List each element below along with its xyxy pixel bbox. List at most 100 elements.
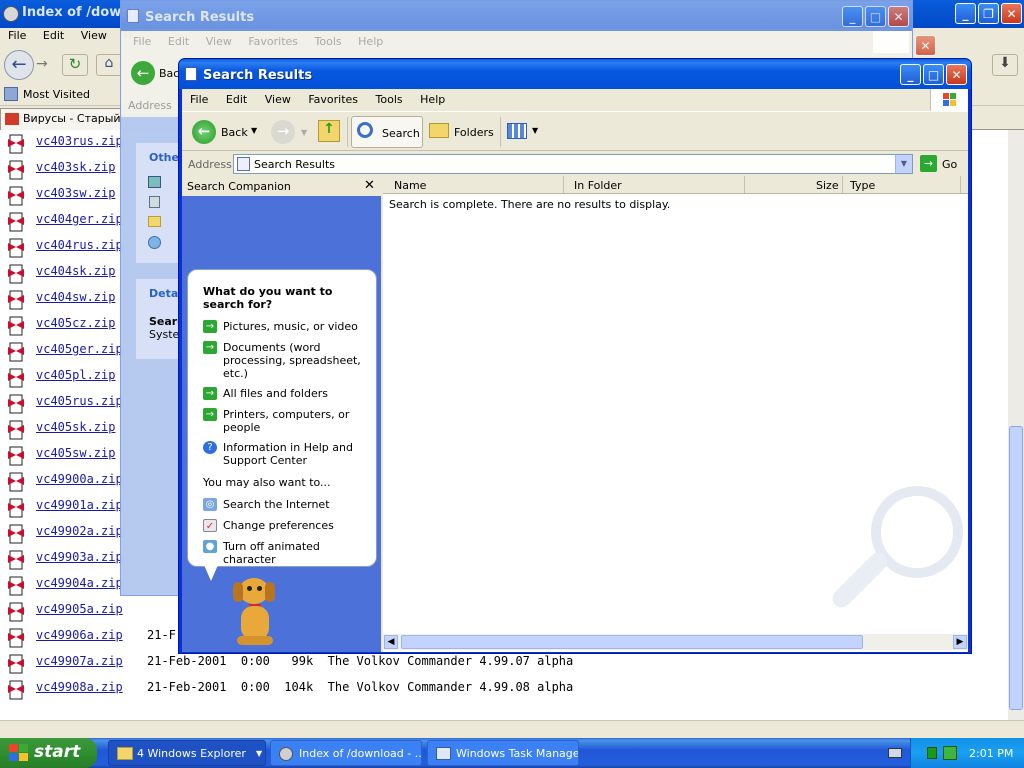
search-button[interactable]: Search [351, 116, 423, 148]
file-link[interactable]: vc49908a.zip [36, 680, 123, 694]
menu-help[interactable]: Help [420, 93, 445, 106]
views-button[interactable]: ▼ [505, 121, 541, 143]
file-link[interactable]: vc404ger.zip [36, 212, 123, 226]
back-button[interactable]: ← Back ▼ [189, 118, 259, 146]
task-manager-tray-icon[interactable] [927, 747, 937, 759]
back-dropdown-icon[interactable]: ▼ [251, 126, 257, 135]
file-link[interactable]: vc405ger.zip [36, 342, 123, 356]
file-link[interactable]: vc403sw.zip [36, 186, 115, 200]
back-minimize-button[interactable]: _ [842, 6, 863, 27]
menu-file[interactable]: File [190, 93, 208, 106]
maximize-button[interactable]: □ [923, 64, 944, 85]
file-link[interactable]: vc405cz.zip [36, 316, 115, 330]
forward-dropdown-icon[interactable]: ▼ [301, 128, 307, 137]
green-arrow-icon: → [203, 341, 217, 354]
file-link[interactable]: vc49903a.zip [36, 550, 123, 564]
column-type[interactable]: Type [850, 179, 875, 192]
search-dog-icon[interactable] [227, 576, 297, 648]
scrollbar-thumb[interactable] [401, 635, 863, 649]
address-dropdown-icon[interactable]: ▼ [895, 155, 912, 173]
column-size[interactable]: Size [816, 179, 839, 192]
firefox-close-button[interactable]: ✕ [1001, 3, 1022, 24]
option-all-files[interactable]: → All files and folders [203, 387, 373, 400]
firefox-tab[interactable]: Вирусы - Старый D [0, 108, 122, 130]
file-link[interactable]: vc404rus.zip [36, 238, 123, 252]
bookmark-star-icon [4, 87, 18, 101]
file-link[interactable]: vc403sk.zip [36, 160, 115, 174]
firefox-minimize-button[interactable]: _ [955, 3, 976, 24]
option-pictures[interactable]: → Pictures, music, or video [203, 320, 373, 333]
forward-arrow-icon[interactable]: → [271, 120, 295, 144]
minimize-button[interactable]: _ [900, 64, 921, 85]
up-folder-icon[interactable]: ↑ [318, 120, 340, 142]
back-back-icon[interactable]: ← [131, 61, 155, 85]
file-link[interactable]: vc405sk.zip [36, 420, 115, 434]
scroll-right-icon[interactable]: ▶ [953, 635, 967, 649]
go-button[interactable]: → Go [919, 154, 963, 174]
file-link[interactable]: vc49905a.zip [36, 602, 123, 616]
file-link[interactable]: vc49904a.zip [36, 576, 123, 590]
scroll-left-icon[interactable]: ◀ [384, 635, 398, 649]
firefox-forward-icon[interactable]: → [36, 56, 48, 72]
file-link[interactable]: vc49902a.zip [36, 524, 123, 538]
column-in-folder[interactable]: In Folder [574, 179, 622, 192]
back-menu-view[interactable]: View [206, 35, 232, 48]
file-link[interactable]: vc405sw.zip [36, 446, 115, 460]
firefox-download-icon[interactable]: ⬇ [992, 54, 1018, 76]
file-link[interactable]: vc49906a.zip [36, 628, 123, 642]
option-help-center[interactable]: ? Information in Help and Support Center [203, 441, 373, 467]
firefox-home-icon[interactable]: ⌂ [96, 54, 122, 76]
task-windows-explorer[interactable]: 4 Windows Explorer ▼ [108, 740, 266, 766]
option-documents[interactable]: → Documents (word processing, spreadshee… [203, 341, 373, 380]
network-tray-icon[interactable] [943, 746, 957, 760]
firefox-menu-edit[interactable]: Edit [43, 29, 64, 42]
back-menu-favorites[interactable]: Favorites [248, 35, 298, 48]
menu-tools[interactable]: Tools [376, 93, 403, 106]
back-menu-tools[interactable]: Tools [315, 35, 342, 48]
results-horizontal-scrollbar[interactable]: ◀ ▶ [383, 634, 968, 650]
tab-favicon-icon [5, 113, 19, 125]
scrollbar-thumb[interactable] [1009, 426, 1023, 710]
file-link[interactable]: vc49907a.zip [36, 654, 123, 668]
address-field[interactable]: Search Results ▼ [233, 154, 913, 174]
task-firefox[interactable]: Index of /download - ... [270, 740, 422, 766]
back-menu-file[interactable]: File [133, 35, 151, 48]
option-search-internet[interactable]: ◎ Search the Internet [203, 498, 373, 511]
bookmark-most-visited[interactable]: Most Visited [23, 88, 90, 101]
option-change-preferences[interactable]: ✓ Change preferences [203, 519, 373, 532]
option-printers[interactable]: → Printers, computers, or people [203, 408, 373, 434]
file-link[interactable]: vc49901a.zip [36, 498, 123, 512]
column-name[interactable]: Name [394, 179, 426, 192]
option-turn-off-character[interactable]: ● Turn off animated character [203, 540, 373, 566]
file-link[interactable]: vc404sk.zip [36, 264, 115, 278]
keyboard-icon[interactable] [888, 748, 902, 758]
file-link[interactable]: vc405pl.zip [36, 368, 115, 382]
file-link[interactable]: vc404sw.zip [36, 290, 115, 304]
firefox-menu-view[interactable]: View [81, 29, 107, 42]
menu-view[interactable]: View [265, 93, 291, 106]
file-link[interactable]: vc403rus.zip [36, 134, 123, 148]
search-results-window[interactable]: Search Results _ □ ✕ File Edit View Favo… [178, 58, 972, 654]
back-menu-help[interactable]: Help [358, 35, 383, 48]
file-link[interactable]: vc405rus.zip [36, 394, 123, 408]
back-back-label[interactable]: Bac [159, 67, 179, 80]
back-maximize-button[interactable]: □ [865, 6, 886, 27]
task-windows-task-manager[interactable]: Windows Task Manager [427, 740, 579, 766]
hidden-window-close-button[interactable]: ✕ [915, 35, 936, 56]
menu-edit[interactable]: Edit [226, 93, 247, 106]
start-button[interactable]: start [0, 738, 97, 768]
firefox-menu-file[interactable]: File [8, 29, 26, 42]
clock[interactable]: 2:01 PM [969, 747, 1013, 760]
back-menu-edit[interactable]: Edit [168, 35, 189, 48]
firefox-back-icon[interactable]: ← [4, 50, 34, 80]
firefox-restore-button[interactable]: ❐ [978, 3, 999, 24]
folders-button[interactable]: Folders [427, 118, 497, 146]
window-title-bar[interactable]: Search Results _ □ ✕ [179, 59, 971, 89]
close-button[interactable]: ✕ [946, 64, 967, 85]
back-close-button[interactable]: ✕ [888, 6, 909, 27]
companion-close-icon[interactable]: ✕ [364, 178, 375, 193]
file-link[interactable]: vc49900a.zip [36, 472, 123, 486]
firefox-vertical-scrollbar[interactable] [1008, 130, 1024, 720]
firefox-reload-icon[interactable]: ↻ [62, 54, 88, 76]
menu-favorites[interactable]: Favorites [308, 93, 358, 106]
